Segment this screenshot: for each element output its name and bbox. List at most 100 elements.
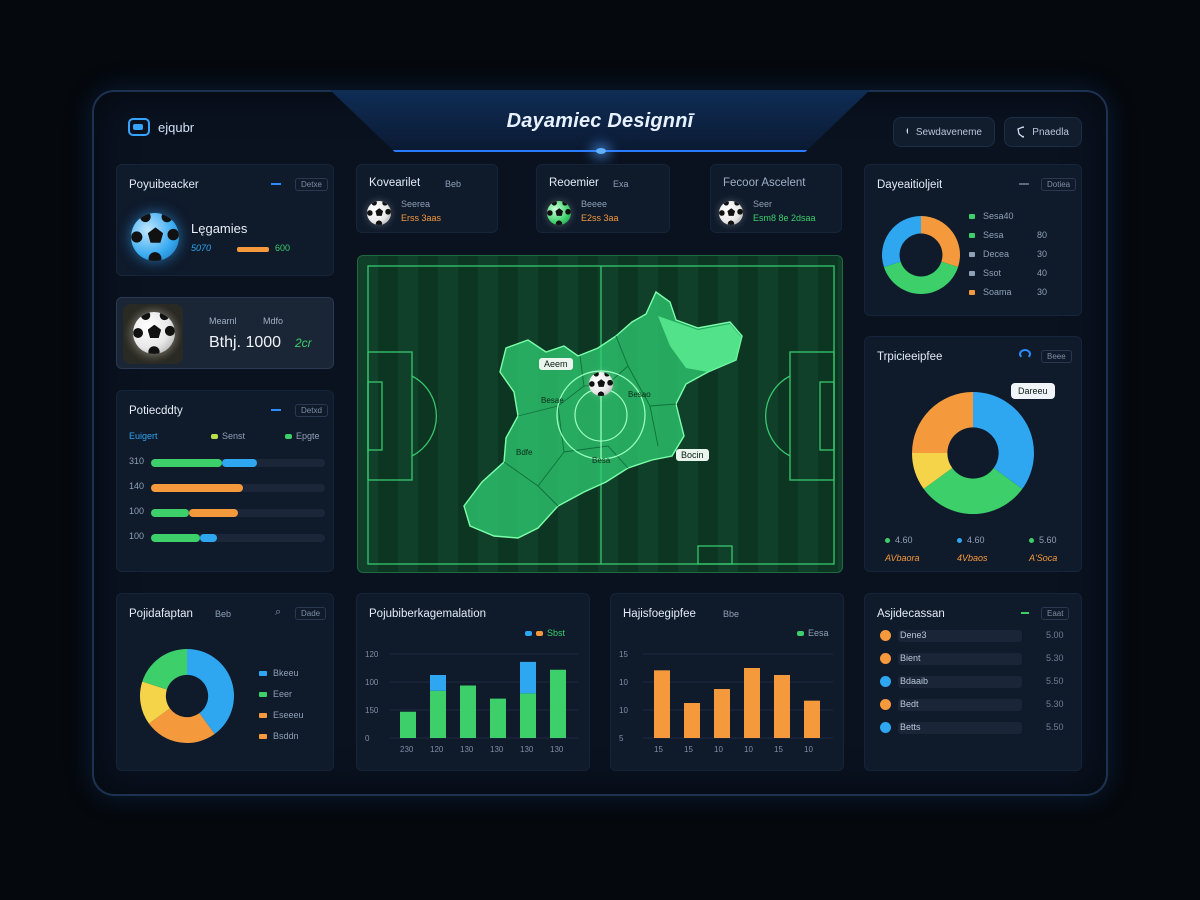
popular-value: 600: [275, 243, 291, 253]
bar[interactable]: [654, 670, 670, 738]
stat-card-3[interactable]: Fecoor Ascelent Seer Esm8 8e 2dsaa: [710, 164, 842, 233]
map-region-label: Besa: [592, 456, 611, 465]
bar-row-label: 310: [129, 456, 145, 466]
map-region-label: Besae: [541, 396, 564, 405]
y-tick-label: 150: [365, 706, 379, 715]
legend-swatch: [969, 233, 975, 238]
legend-label: Epgte: [296, 431, 320, 441]
legend-label: Sesa40: [983, 211, 1014, 221]
highlights-badge: Bbe: [723, 609, 740, 619]
stat-line-1: Seerea: [401, 199, 431, 209]
pie-slice[interactable]: [142, 649, 187, 690]
legend-label: Bkeeu: [273, 668, 299, 678]
bar-fill[interactable]: [151, 509, 190, 517]
bar[interactable]: [490, 698, 506, 738]
highlights-card[interactable]: Hajisfoegipfee Bbe Eesa 15 10 10 5 15 15 10 10 1…: [610, 593, 844, 771]
bar-fill[interactable]: [151, 484, 244, 492]
player-name: Dene3: [900, 630, 927, 640]
bar[interactable]: [744, 668, 760, 738]
map-label[interactable]: Bocin: [676, 449, 709, 461]
legend-label: Euigert: [129, 431, 158, 441]
players-tag[interactable]: Eaat: [1041, 607, 1070, 620]
search-button[interactable]: Sewdaveneme: [893, 117, 995, 147]
player-avatar: [880, 699, 891, 710]
map-label[interactable]: Aeem: [539, 358, 573, 370]
featured-card[interactable]: Mearnl Mdfo Bthj. 1000 2cr: [116, 297, 334, 369]
bar[interactable]: [520, 693, 536, 738]
refresh-icon[interactable]: [1019, 349, 1031, 359]
popular-title: Poyuibeacker: [129, 179, 199, 191]
popular-card[interactable]: Poyuibeacker Detxe Lęgamies 5070 600: [116, 164, 334, 276]
bar[interactable]: [714, 689, 730, 738]
legend-label: Sbst: [547, 628, 566, 638]
pitch-svg: [358, 256, 842, 572]
stat-tag: Beb: [445, 179, 462, 189]
popular-tag[interactable]: Detxe: [295, 178, 328, 191]
y-tick-label: 0: [365, 734, 370, 743]
bar[interactable]: [430, 675, 446, 691]
stat-card-1[interactable]: Kovearilet Beb Seerea Erss 3aas: [356, 164, 498, 233]
distribution-card[interactable]: Pojidafaptan Beb ⌕ Dade Bkeeu Eeer Eseeeu B…: [116, 593, 334, 771]
stat-title: Fecoor Ascelent: [723, 177, 806, 189]
x-tick-label: 15: [654, 745, 663, 754]
productivity-card[interactable]: Potiecddty Detxd Euigert Senst Epgte 310…: [116, 390, 334, 572]
distribution-title: Pojidafaptan: [129, 608, 193, 620]
bar[interactable]: [460, 685, 476, 739]
legend-swatch: [259, 713, 267, 718]
player-name: Bient: [900, 653, 921, 663]
x-tick-label: 130: [550, 745, 564, 754]
typical-title: Trpicieeipfee: [877, 351, 943, 363]
list-item[interactable]: Bient 5.30: [880, 651, 1070, 667]
shield-icon: [1017, 126, 1025, 138]
typical-donut-chart: [912, 392, 1034, 514]
bar[interactable]: [430, 690, 446, 738]
pie-slice[interactable]: [912, 392, 973, 453]
pie-slice[interactable]: [973, 392, 1034, 489]
bar[interactable]: [804, 700, 820, 738]
player-value: 5.50: [1046, 676, 1064, 686]
dynamic-tag[interactable]: Dotiea: [1041, 178, 1077, 191]
list-item[interactable]: Bdaaib 5.50: [880, 674, 1070, 690]
player-value: 5.00: [1046, 630, 1064, 640]
legend-swatch: [797, 631, 804, 636]
legend-swatch: [536, 631, 543, 636]
legend-item: Eesa: [797, 628, 829, 638]
bar-fill[interactable]: [189, 509, 238, 517]
header-glow-dot: [596, 148, 606, 154]
list-item[interactable]: Bedt 5.30: [880, 697, 1070, 713]
pitch-map[interactable]: Aeem Bocin Besae Besao Bdfe Besa: [357, 255, 843, 573]
bar-fill[interactable]: [222, 459, 258, 467]
list-item[interactable]: Dene3 5.00: [880, 628, 1070, 644]
profile-button[interactable]: Pnaedla: [1004, 117, 1082, 147]
legend-swatch: [259, 671, 267, 676]
pin-icon[interactable]: ⌕: [275, 606, 281, 619]
bar[interactable]: [520, 661, 536, 694]
productivity-tag[interactable]: Detxd: [295, 404, 328, 417]
bar-fill[interactable]: [151, 459, 223, 467]
typical-card[interactable]: Trpicieeipfee Beee Dareeu 4.60 AVbaora 4.6…: [864, 336, 1082, 572]
bar[interactable]: [774, 675, 790, 738]
stat-line-2: Erss 3aas: [401, 213, 442, 223]
typical-tag[interactable]: Beee: [1041, 350, 1072, 363]
pie-slice[interactable]: [883, 261, 959, 294]
bar-fill[interactable]: [199, 534, 218, 542]
legend-item: Euigert: [129, 431, 158, 441]
bar[interactable]: [684, 703, 700, 738]
map-region-label: Besao: [628, 390, 651, 399]
bar[interactable]: [550, 669, 566, 738]
bar[interactable]: [400, 711, 416, 738]
stat-line-1: Seer: [753, 199, 773, 209]
dynamic-title: Dayeaitioljeit: [877, 179, 943, 191]
trend-icon: [1019, 183, 1029, 189]
performance-card[interactable]: Pojubiberkagemalation Sbst 120 100 150 0 230…: [356, 593, 590, 771]
distribution-tag[interactable]: Dade: [295, 607, 327, 620]
pie-slice[interactable]: [921, 216, 960, 268]
bar-fill[interactable]: [151, 534, 200, 542]
highlights-title: Hajisfoegipfee: [623, 608, 696, 620]
dynamic-card[interactable]: Dayeaitioljeit Dotiea Sesa40 Sesa 80 Decea 3…: [864, 164, 1082, 316]
app-logo[interactable]: ejqubr: [128, 118, 194, 136]
list-item[interactable]: Betts 5.50: [880, 720, 1070, 736]
stat-card-2[interactable]: Reoemier Exa Beeee E2ss 3aa: [536, 164, 670, 233]
featured-label-a: Mearnl: [209, 316, 237, 326]
pie-slice[interactable]: [882, 216, 921, 268]
